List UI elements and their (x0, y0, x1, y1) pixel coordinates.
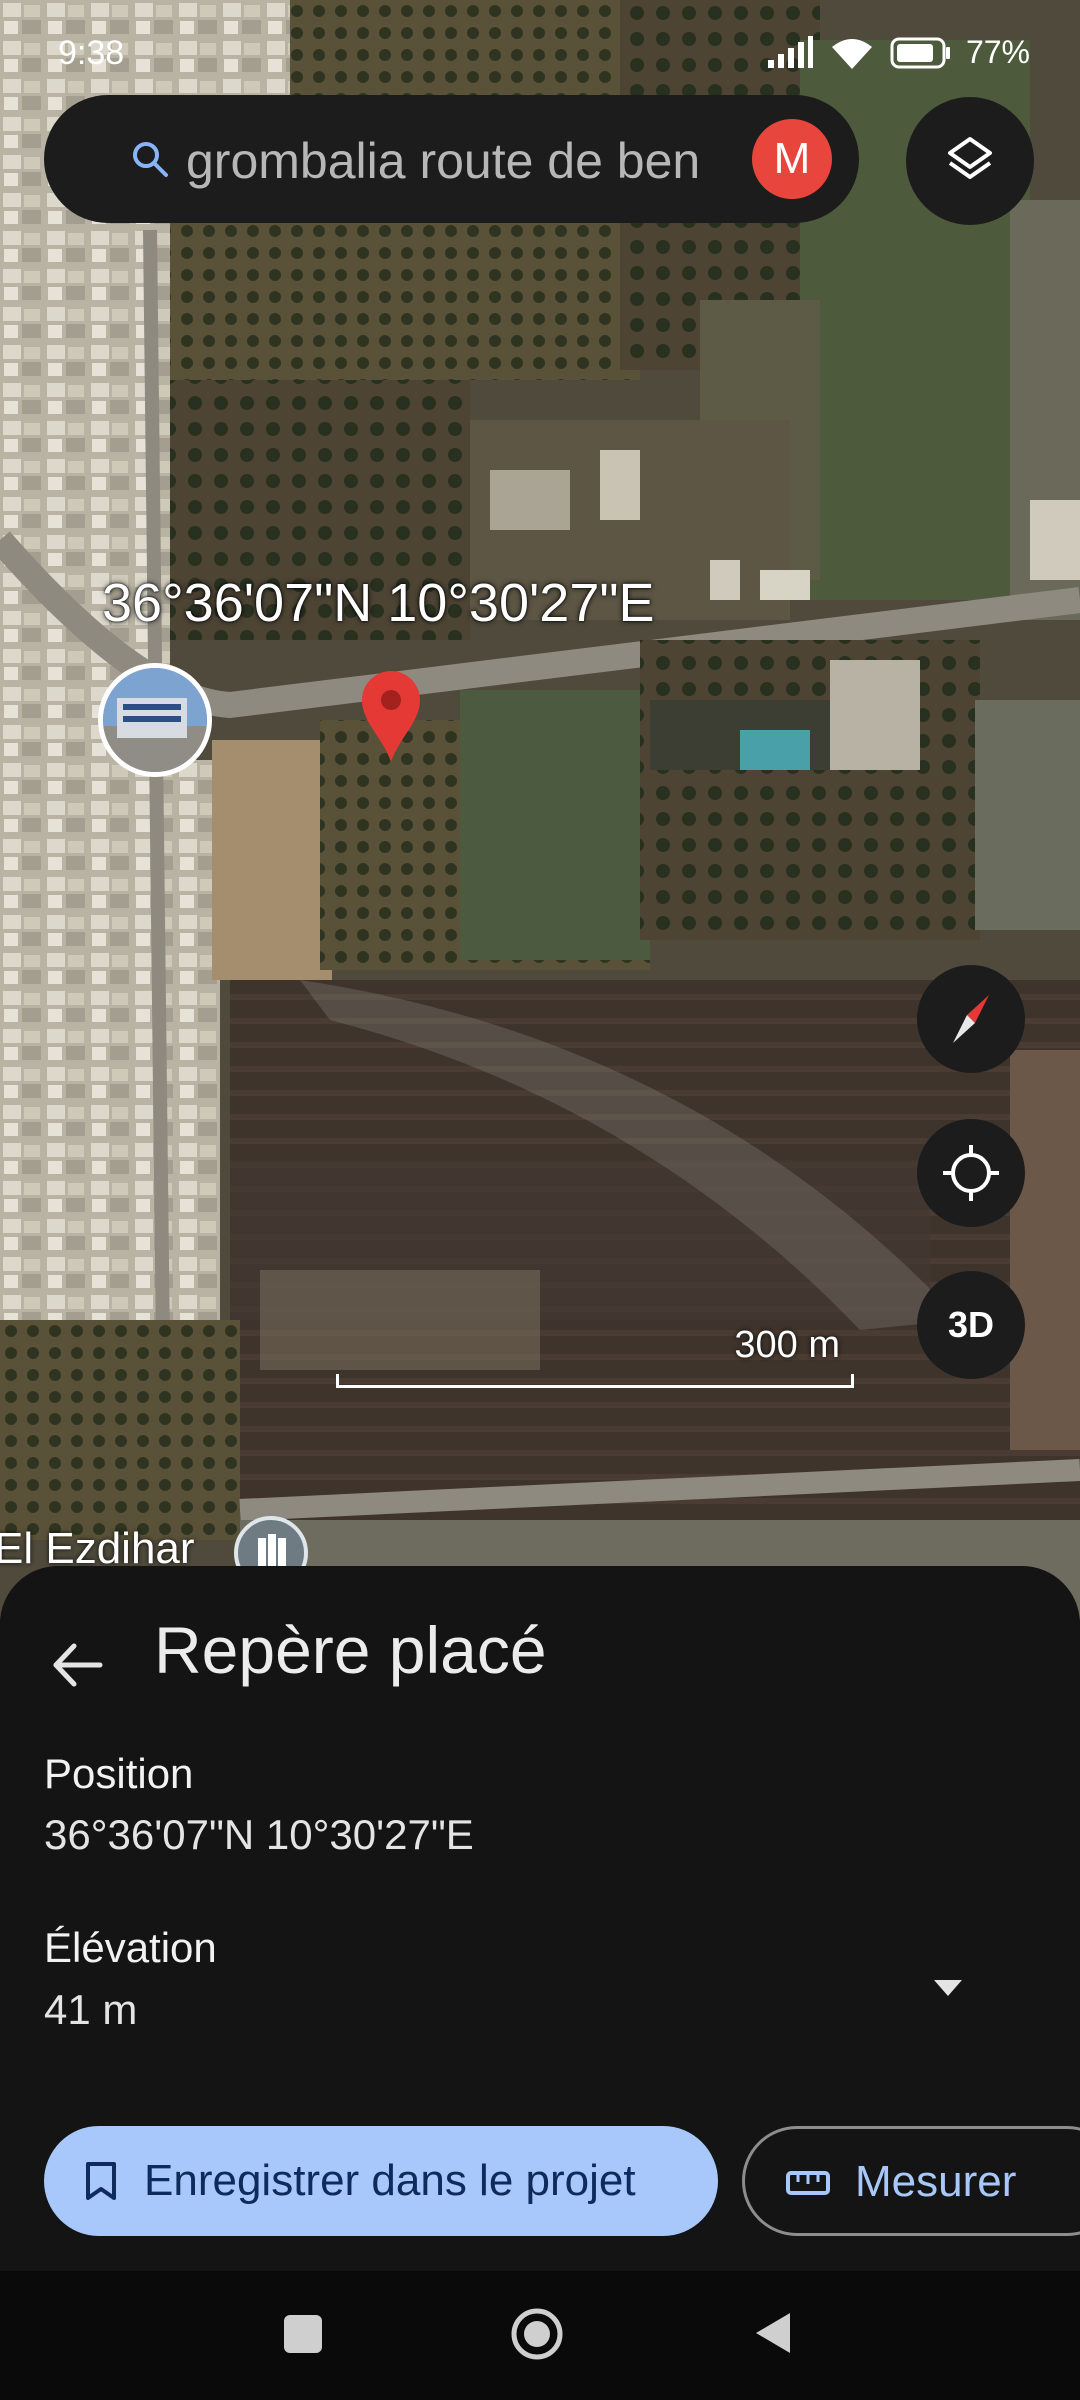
building-photo (103, 668, 207, 772)
placed-marker-pin-icon[interactable] (358, 668, 424, 764)
my-location-icon (943, 1145, 999, 1201)
placed-marker-sheet: Repère placé Position 36°36'07"N 10°30'2… (0, 1566, 1080, 2271)
position-value: 36°36'07"N 10°30'27"E (44, 1811, 474, 1858)
sheet-title: Repère placé (154, 1613, 547, 1687)
layers-button[interactable] (906, 97, 1034, 225)
scale-bar (336, 1374, 854, 1388)
search-bar[interactable]: grombalia route de ben M (44, 95, 859, 223)
system-nav-bar (0, 2271, 1080, 2400)
map-scale: 300 m (336, 1324, 858, 1388)
status-time: 9:38 (58, 34, 125, 72)
bookmark-icon (86, 2162, 116, 2200)
recent-apps-icon[interactable] (284, 2315, 322, 2353)
position-label: Position (44, 1750, 194, 1797)
search-input[interactable]: grombalia route de ben (186, 132, 776, 190)
measure-button[interactable]: Mesurer (742, 2126, 1080, 2236)
status-icons: 77% (766, 34, 1030, 71)
layers-icon (948, 137, 992, 179)
battery-icon (890, 37, 950, 68)
save-button-label: Enregistrer dans le projet (144, 2156, 636, 2205)
back-arrow-icon[interactable] (48, 1636, 106, 1694)
wifi-icon (831, 38, 872, 69)
ruler-icon (786, 2171, 830, 2195)
avatar[interactable]: M (752, 119, 832, 199)
nav-back-icon[interactable] (752, 2309, 794, 2357)
elevation-value: 41 m (44, 1986, 138, 2033)
expand-dropdown-icon[interactable] (932, 1978, 964, 1998)
street-view-thumbnail[interactable] (98, 663, 212, 777)
my-location-button[interactable] (917, 1119, 1025, 1227)
scale-label: 300 m (734, 1324, 840, 1366)
map-coordinates-label: 36°36'07"N 10°30'27"E (102, 573, 655, 633)
signal-icon (767, 35, 813, 68)
elevation-label: Élévation (44, 1924, 217, 1971)
status-bar: 9:38 77% (0, 0, 1080, 100)
battery-level: 77% (965, 34, 1030, 70)
measure-button-label: Mesurer (855, 2157, 1017, 2206)
save-to-project-button[interactable]: Enregistrer dans le projet (44, 2126, 718, 2236)
home-icon[interactable] (510, 2307, 564, 2361)
compass-icon (953, 995, 989, 1043)
3d-toggle-button[interactable]: 3D (917, 1271, 1025, 1379)
compass-button[interactable] (917, 965, 1025, 1073)
search-icon[interactable] (130, 139, 170, 179)
